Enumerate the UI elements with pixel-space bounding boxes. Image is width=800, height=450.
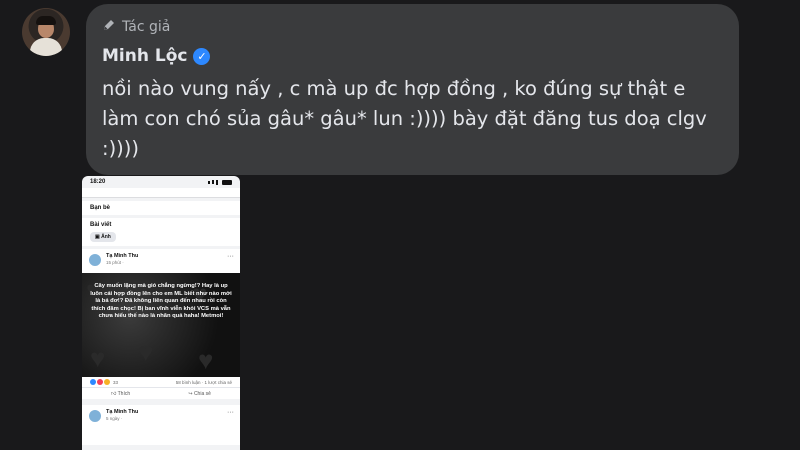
friends-section: Bạn bè <box>82 201 240 215</box>
like-label: Thích <box>117 390 131 397</box>
photo-chip: ▣ Ảnh <box>90 232 116 242</box>
friends-label: Bạn bè <box>90 205 111 211</box>
blurred-header <box>82 188 240 198</box>
share-label: Chia sẻ <box>193 390 211 397</box>
status-time: 18:20 <box>90 179 106 185</box>
verified-badge-icon: ✓ <box>193 47 211 65</box>
author-badge-label: Tác giả <box>122 19 171 35</box>
comment-text: nồi nào vung nấy , c mà up đc hợp đồng ,… <box>102 77 707 160</box>
photo-chip-label: Ảnh <box>101 234 111 240</box>
post-image-text: Cây muốn lặng mà gió chẳng ngừng!? Hay l… <box>90 283 232 320</box>
phone-status-bar: 18:20 <box>82 176 240 188</box>
author-badge: Tác giả <box>102 18 170 36</box>
post-time: 15 phút · <box>106 260 124 265</box>
post-header: Tạ Minh Thu 15 phút · ··· <box>82 249 240 273</box>
heart-icon: ♥ <box>198 345 214 375</box>
posts-section: Bài viết ▣ Ảnh <box>82 218 240 246</box>
post-avatar-2 <box>88 409 102 423</box>
author-avatar[interactable] <box>22 8 70 56</box>
avatar-shirt <box>30 38 62 56</box>
signal-battery-icon <box>208 179 232 185</box>
more-icon: ··· <box>227 253 234 260</box>
pen-icon <box>102 18 116 36</box>
comment-bubble: Tác giả Minh Lộc ✓ nồi nào vung nấy , c … <box>86 4 739 175</box>
author-name[interactable]: Minh Lộc <box>102 46 187 66</box>
post-image: ♥ ♥ ♥ ♥ ♥ Cây muốn lặng mà gió chẳng ngừ… <box>82 273 240 377</box>
post-author-2: Tạ Minh Thu <box>106 409 139 415</box>
post-avatar <box>88 253 102 267</box>
heart-icon: ♥ <box>138 337 154 367</box>
author-name-row[interactable]: Minh Lộc ✓ <box>102 46 211 66</box>
reaction-count: 33 <box>113 379 119 385</box>
attached-screenshot[interactable]: 18:20 Bạn bè Bài viết ▣ Ảnh Tạ Minh Thu … <box>82 176 240 450</box>
heart-icon: ♥ <box>90 343 106 373</box>
post-header-2: Tạ Minh Thu 5 ngày · ··· <box>82 405 240 445</box>
comment-share-count: 58 bình luận · 1 lượt chia sẻ <box>175 379 232 385</box>
more-icon-2: ··· <box>227 409 234 416</box>
share-action: ↪ Chia sẻ <box>188 391 211 397</box>
post-author: Tạ Minh Thu <box>106 253 139 259</box>
like-action: 👍︎ Thích <box>111 391 130 397</box>
avatar-hair <box>36 16 56 25</box>
reaction-icons: 33 <box>90 379 118 385</box>
posts-label: Bài viết <box>90 222 112 228</box>
post-actions: 👍︎ Thích ↪ Chia sẻ <box>82 387 240 399</box>
reactions-bar: 33 58 bình luận · 1 lượt chia sẻ <box>82 377 240 387</box>
post-time-2: 5 ngày · <box>106 416 123 421</box>
